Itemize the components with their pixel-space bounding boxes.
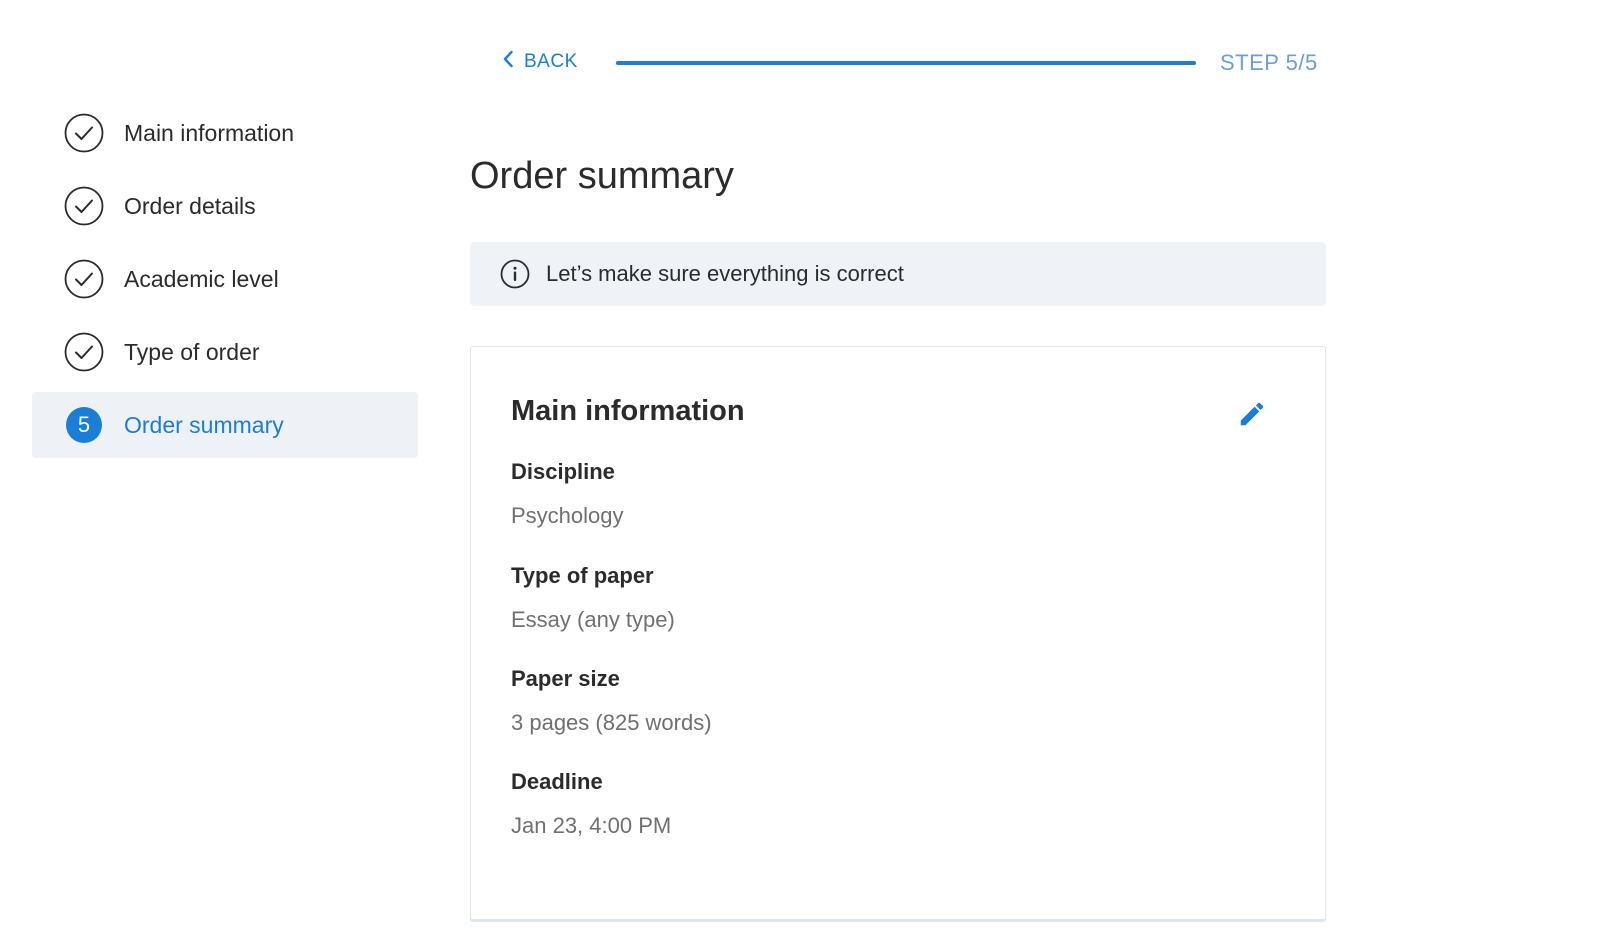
step-academic-level[interactable]: Academic level — [32, 246, 418, 312]
back-label: BACK — [524, 51, 578, 72]
field-value: Psychology — [511, 503, 624, 528]
step-order-summary[interactable]: 5 Order summary — [32, 392, 418, 458]
progress-bar — [616, 61, 1196, 65]
step-label: Main information — [124, 119, 295, 146]
main-information-card: Main information Discipline Psychology T… — [470, 346, 1326, 922]
check-circle-icon — [64, 259, 104, 299]
field-value: 3 pages (825 words) — [511, 710, 712, 735]
edit-button[interactable] — [1235, 399, 1269, 433]
order-form-page: Main information Order details Academic … — [0, 0, 1600, 945]
field-label: Discipline — [511, 459, 615, 484]
steps-sidebar: Main information Order details Academic … — [32, 100, 418, 465]
check-circle-icon — [64, 332, 104, 372]
field-paper-size: Paper size 3 pages (825 words) — [511, 666, 712, 736]
step-label: Academic level — [124, 265, 279, 292]
field-deadline: Deadline Jan 23, 4:00 PM — [511, 769, 671, 839]
step-label: Order summary — [124, 411, 284, 438]
check-circle-icon — [64, 113, 104, 153]
field-label: Deadline — [511, 769, 603, 794]
field-label: Type of paper — [511, 563, 654, 588]
field-value: Essay (any type) — [511, 607, 675, 632]
field-label: Paper size — [511, 666, 620, 691]
pencil-icon — [1237, 399, 1267, 434]
step-label: Type of order — [124, 338, 260, 365]
step-type-of-order[interactable]: Type of order — [32, 319, 418, 385]
page-title: Order summary — [470, 155, 734, 197]
info-notice: Let’s make sure everything is correct — [470, 242, 1326, 306]
check-circle-icon — [64, 186, 104, 226]
notice-text: Let’s make sure everything is correct — [546, 261, 904, 286]
step-order-details[interactable]: Order details — [32, 173, 418, 239]
field-value: Jan 23, 4:00 PM — [511, 813, 672, 838]
step-number-badge: 5 — [64, 405, 104, 445]
chevron-left-icon — [502, 50, 514, 74]
info-icon — [500, 259, 530, 289]
step-main-information[interactable]: Main information — [32, 100, 418, 166]
step-number: 5 — [66, 407, 102, 443]
card-title: Main information — [511, 395, 745, 427]
progress-fill — [616, 61, 1196, 65]
field-discipline: Discipline Psychology — [511, 459, 624, 529]
back-button[interactable]: BACK — [502, 50, 578, 74]
step-label: Order details — [124, 192, 256, 219]
step-counter: STEP 5/5 — [1220, 50, 1318, 75]
field-type-of-paper: Type of paper Essay (any type) — [511, 563, 675, 633]
